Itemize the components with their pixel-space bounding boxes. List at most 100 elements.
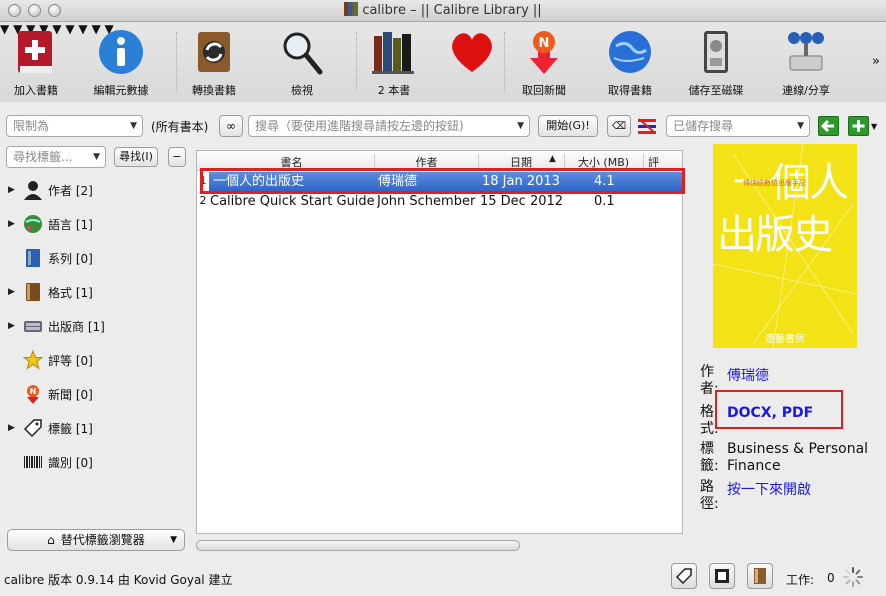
chevron-down-icon: ▼: [93, 152, 100, 162]
save-to-disk-button[interactable]: 儲存至磁碟: [686, 28, 746, 98]
publisher-icon: [22, 316, 44, 336]
fetch-news-button[interactable]: N 取回新聞: [516, 28, 572, 98]
zoom-window-button[interactable]: [48, 4, 61, 17]
path-link[interactable]: 按一下來開啟: [727, 479, 811, 499]
book-size-cell: 0.1: [594, 194, 615, 209]
tag-category-news[interactable]: N 新聞 [0]: [8, 382, 93, 406]
book-details-toggle-button[interactable]: [747, 563, 773, 589]
row-number: 2: [199, 194, 207, 207]
book-date-cell: 15 Dec 2012: [480, 194, 564, 209]
tag-category-tags[interactable]: ▶ 標籤 [1]: [8, 416, 93, 440]
cover-grid-icon: [715, 569, 729, 583]
arrow-left-icon: [820, 119, 834, 133]
tag-category-languages[interactable]: ▶ 語言 [1]: [8, 212, 93, 236]
toolbar-separator: [176, 32, 177, 92]
cover-publisher: 遊藝書房: [765, 334, 805, 345]
jobs-count[interactable]: 0: [827, 571, 835, 585]
window-controls: [8, 4, 61, 17]
collapse-tag-browser-button[interactable]: −: [168, 147, 186, 167]
tag-category-publishers[interactable]: ▶ 出版商 [1]: [8, 314, 105, 338]
window-title: calibre – || Calibre Library ||: [362, 3, 542, 18]
library-books-icon: [370, 28, 418, 76]
book-author-cell: John Schember: [377, 194, 476, 209]
cover-subtitle: 傅瑞德數位出版手記: [743, 179, 806, 187]
star-icon: [22, 350, 44, 370]
svg-text:N: N: [30, 387, 37, 396]
author-link[interactable]: 傅瑞德: [727, 365, 769, 385]
highlight-toggle-button[interactable]: [637, 117, 657, 135]
toolbar-overflow-button[interactable]: »: [872, 54, 880, 69]
selected-book-highlight: [200, 168, 685, 194]
get-books-menu-arrow[interactable]: ▼: [78, 22, 87, 36]
clear-search-button[interactable]: ⌫: [607, 115, 631, 137]
clear-icon: ⌫: [611, 121, 627, 132]
title-bar: calibre – || Calibre Library ||: [0, 0, 886, 22]
expand-arrow-icon[interactable]: ▶: [8, 287, 22, 297]
person-icon: [22, 180, 44, 200]
sort-ascending-icon: ▲: [549, 154, 556, 164]
add-saved-search-menu-arrow[interactable]: ▼: [871, 122, 877, 131]
add-saved-search-button[interactable]: [848, 116, 869, 136]
edit-metadata-button[interactable]: 編輯元數據: [90, 28, 152, 98]
tag-category-authors[interactable]: ▶ 作者 [2]: [8, 178, 93, 202]
view-button[interactable]: 檢視: [276, 28, 328, 98]
minimize-window-button[interactable]: [28, 4, 41, 17]
heart-icon: [448, 28, 496, 76]
tag-editor-status-button[interactable]: [671, 563, 697, 589]
detail-path-label: 路徑:: [700, 479, 719, 512]
highlight-icon: [638, 118, 656, 134]
add-books-menu-arrow[interactable]: ▼: [0, 22, 9, 36]
add-books-button[interactable]: 加入書籍: [10, 28, 62, 98]
saved-search-select[interactable]: 已儲存搜尋 ▼: [666, 115, 810, 137]
expand-arrow-icon[interactable]: ▶: [8, 423, 22, 433]
add-book-icon: [12, 28, 60, 76]
news-menu-arrow[interactable]: ▼: [65, 22, 74, 36]
chevron-down-icon: ▼: [797, 121, 804, 131]
book-cover[interactable]: 一個人 出版史 傅瑞德數位出版手記 遊藝書房: [713, 144, 857, 348]
connect-share-button[interactable]: 連線/分享: [774, 28, 838, 98]
tag-icon: [675, 568, 692, 585]
svg-text:N: N: [539, 36, 550, 51]
cover-grid-toggle-button[interactable]: [709, 563, 735, 589]
chevron-down-icon: ▼: [517, 121, 524, 131]
table-row[interactable]: Calibre Quick Start Guide John Schember …: [209, 192, 682, 212]
scrollbar-thumb[interactable]: [196, 540, 520, 551]
find-tag-input[interactable]: 尋找標籤... ▼: [6, 146, 106, 168]
alternate-tag-browser-button[interactable]: ⌂ 替代標籤瀏覽器 ▼: [7, 529, 185, 551]
news-icon: N: [22, 384, 44, 404]
expand-arrow-icon[interactable]: ▶: [8, 219, 22, 229]
expand-arrow-icon[interactable]: ▶: [8, 321, 22, 331]
book-list: 書名 作者 日期 ▲ 大小 (MB) 評 1 一個人的出版史 傅瑞德 18 Ja…: [196, 150, 683, 534]
save-search-button[interactable]: [818, 116, 839, 136]
convert-books-button[interactable]: 轉換書籍: [188, 28, 240, 98]
library-button[interactable]: 2 本書: [366, 28, 422, 98]
search-go-button[interactable]: 開始(G)!: [538, 115, 598, 137]
all-books-label: (所有書本): [151, 120, 209, 134]
close-window-button[interactable]: [8, 4, 21, 17]
binoculars-icon: ∞: [226, 119, 236, 133]
tag-category-formats[interactable]: ▶ 格式 [1]: [8, 280, 93, 304]
find-tag-button[interactable]: 尋找(I): [114, 147, 158, 167]
expand-arrow-icon[interactable]: ▶: [8, 185, 22, 195]
cover-title-line2: 出版史: [717, 212, 833, 258]
tag-category-identifiers[interactable]: 識別 [0]: [8, 450, 93, 474]
tag-category-series[interactable]: 系列 [0]: [8, 246, 93, 270]
search-input[interactable]: 搜尋（要使用進階搜尋請按左邊的按鈕) ▼: [248, 115, 530, 137]
horizontal-scrollbar[interactable]: [195, 538, 682, 552]
virtual-library-restrict-select[interactable]: 限制為 ▼: [6, 115, 143, 137]
tag-category-ratings[interactable]: 評等 [0]: [8, 348, 93, 372]
tags-value-line2: Finance: [727, 458, 781, 474]
globe-icon: [606, 28, 654, 76]
info-icon: [97, 28, 145, 76]
detail-tags-label: 標籤:: [700, 441, 719, 474]
search-bar-row: 限制為 ▼ (所有書本) ∞ 搜尋（要使用進階搜尋請按左邊的按鈕) ▼ 開始(G)!…: [0, 112, 886, 140]
news-icon: N: [520, 28, 568, 76]
library-icon: [344, 2, 359, 16]
magnifier-icon: [278, 28, 326, 76]
advanced-search-button[interactable]: ∞: [219, 115, 243, 137]
tag-icon: [22, 418, 44, 438]
donate-button[interactable]: [446, 28, 498, 76]
get-books-button[interactable]: 取得書籍: [602, 28, 658, 98]
formats-highlight: [715, 390, 843, 429]
disk-icon: [692, 28, 740, 76]
